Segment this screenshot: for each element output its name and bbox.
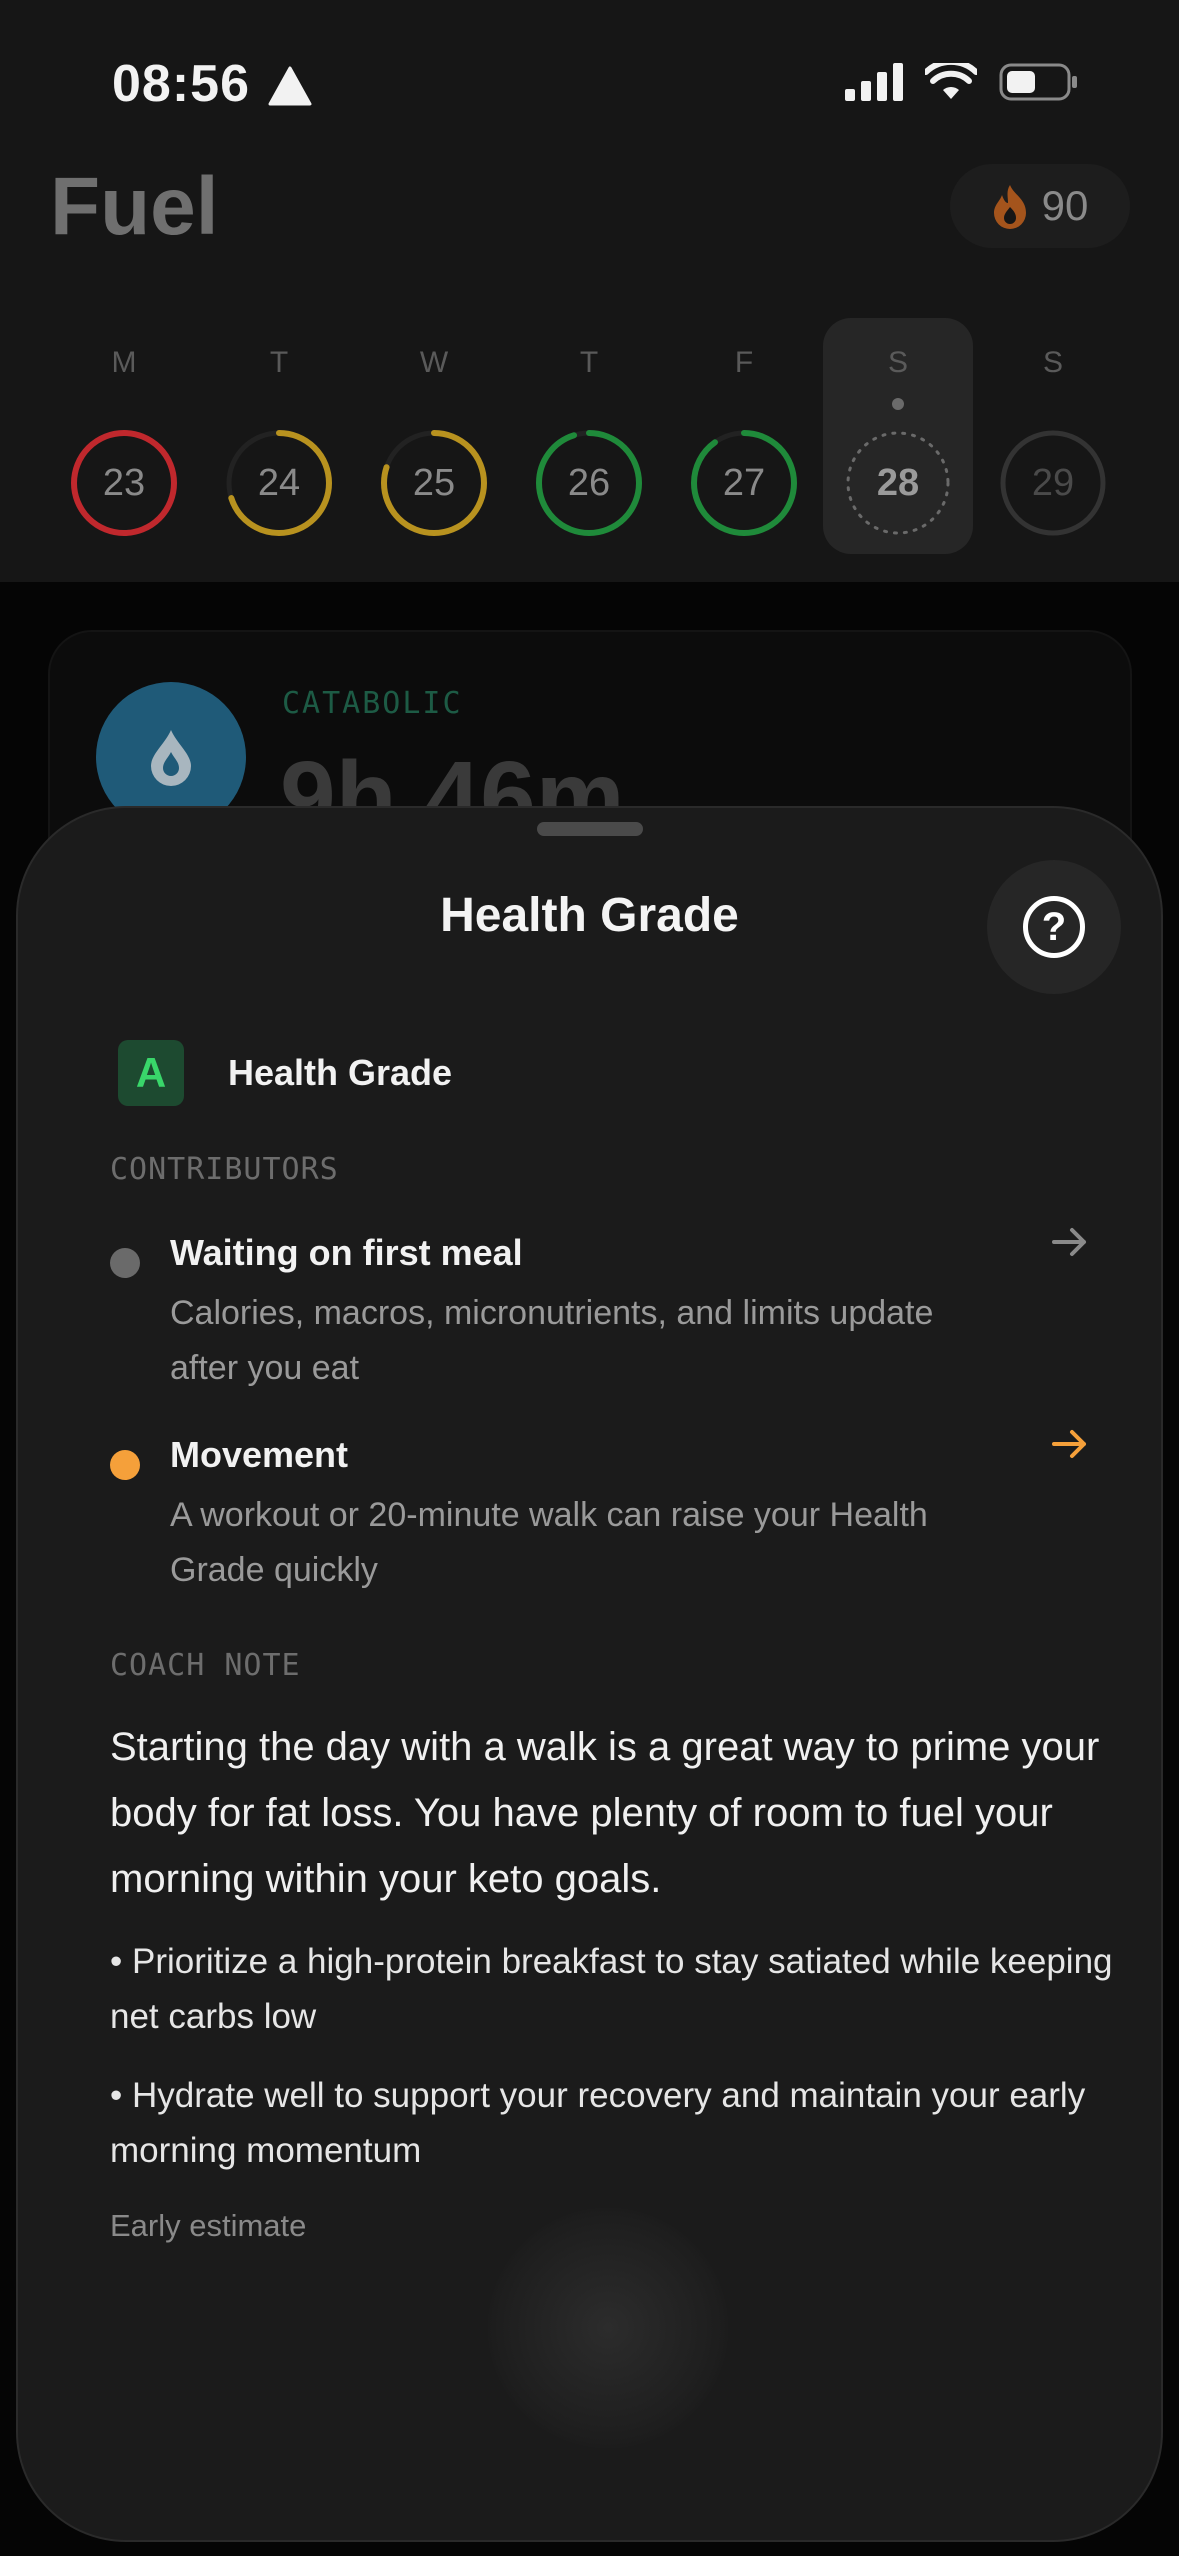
- fasting-phase: CATABOLIC: [282, 686, 463, 721]
- day-number: 25: [412, 462, 456, 504]
- wifi-icon: [925, 63, 977, 99]
- status-dot: [110, 1248, 140, 1278]
- arrow-right-icon[interactable]: [1050, 1222, 1090, 1262]
- streak-badge[interactable]: 90: [950, 164, 1130, 248]
- week-selector: M 23 T 24 W 25 T 26 F 27 S 28 S 29: [0, 318, 1179, 558]
- flame-icon: [993, 185, 1026, 229]
- estimate-label: Early estimate: [110, 2208, 307, 2243]
- location-arrow-icon: [268, 66, 312, 106]
- day-number: 26: [567, 462, 611, 504]
- status-icons: [845, 62, 1079, 102]
- health-grade-sheet: Health Grade ? A Health Grade CONTRIBUTO…: [16, 806, 1163, 2542]
- today-dot: [892, 398, 904, 410]
- day-25[interactable]: W 25: [359, 318, 509, 558]
- arrow-right-icon[interactable]: [1050, 1424, 1090, 1464]
- battery-icon: [999, 63, 1077, 101]
- day-number: 28: [876, 462, 920, 504]
- day-letter: F: [734, 346, 754, 379]
- day-27[interactable]: F 27: [669, 318, 819, 558]
- coach-bullet: • Hydrate well to support your recovery …: [110, 2076, 1086, 2170]
- contributors-heading: CONTRIBUTORS: [110, 1152, 339, 1187]
- day-number: 23: [102, 462, 146, 504]
- coach-note-text: Starting the day with a walk is a great …: [110, 1725, 1100, 1901]
- water-drop-icon: [151, 730, 191, 786]
- grade-label: Health Grade: [228, 1052, 453, 1093]
- day-number: 29: [1031, 462, 1075, 504]
- day-24[interactable]: T 24: [204, 318, 354, 558]
- sheet-grabber[interactable]: [536, 822, 643, 836]
- status-time: 08:56: [112, 55, 250, 113]
- contributor-title: Movement: [170, 1434, 349, 1475]
- day-letter: S: [1042, 346, 1063, 379]
- day-number: 24: [257, 462, 301, 504]
- app-title: Fuel: [50, 161, 219, 252]
- signal-icon: [845, 63, 903, 101]
- streak-value: 90: [1041, 182, 1089, 229]
- day-letter: W: [419, 346, 449, 379]
- help-button[interactable]: ?: [987, 860, 1121, 994]
- day-number: 27: [722, 462, 766, 504]
- day-29[interactable]: S 29: [978, 318, 1128, 558]
- day-26[interactable]: T 26: [514, 318, 664, 558]
- grade-row: A Health Grade: [118, 1040, 452, 1106]
- contributor-description: Calories, macros, micronutrients, and li…: [170, 1294, 934, 1387]
- day-28[interactable]: S 28: [823, 318, 973, 554]
- day-23[interactable]: M 23: [49, 318, 199, 558]
- contributor-description: A workout or 20-minute walk can raise yo…: [170, 1496, 928, 1589]
- day-letter: T: [269, 346, 289, 379]
- status-bar: 08:56: [0, 0, 1179, 170]
- coach-bullet: • Prioritize a high-protein breakfast to…: [110, 1942, 1113, 2036]
- day-letter: T: [579, 346, 599, 379]
- grade-badge: A: [118, 1040, 184, 1106]
- contributor-title: Waiting on first meal: [170, 1232, 523, 1273]
- question-mark-icon: ?: [1023, 896, 1085, 958]
- status-dot: [110, 1450, 140, 1480]
- day-letter: S: [887, 346, 908, 379]
- blurred-background-element: [488, 2208, 728, 2448]
- day-letter: M: [111, 346, 137, 379]
- coach-note-heading: COACH NOTE: [110, 1648, 301, 1683]
